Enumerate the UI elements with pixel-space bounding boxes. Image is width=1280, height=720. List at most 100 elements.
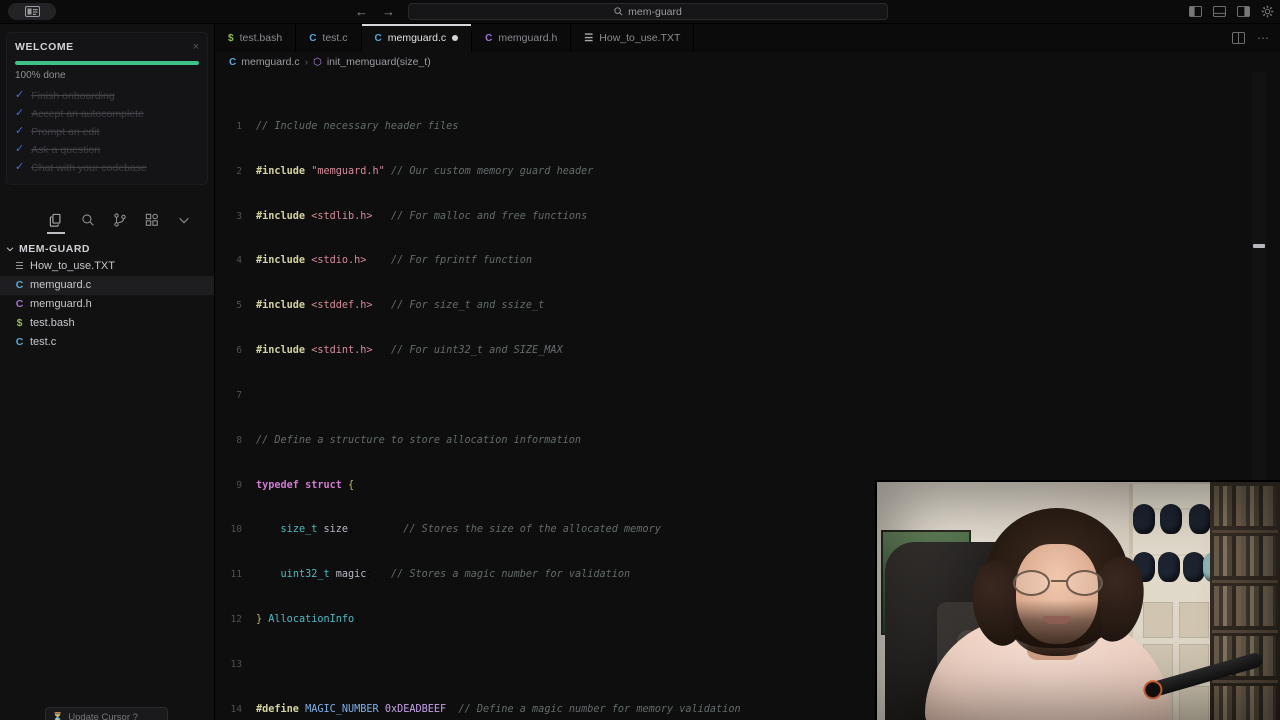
layout-sidebar-left-icon[interactable] [1189,6,1202,17]
update-chip-label: Update Cursor ? [68,711,138,720]
workbench-body: WELCOME × 100% done ✓ Finish onboarding … [0,24,1280,720]
check-icon: ✓ [15,125,25,137]
person-beard [1013,600,1101,656]
line-content: #define MAGIC_NUMBER 0xDEADBEEF // Defin… [256,703,741,715]
list-item[interactable]: ✓ Chat with your codebase [15,162,199,174]
tab-how-to-use-txt[interactable]: ☰ How_to_use.TXT [571,24,695,52]
chevron-down-icon[interactable] [177,213,191,227]
code-line: 1 // Include necessary header files [215,120,1280,135]
onboarding-progress-bar [15,61,199,65]
list-item[interactable]: ✓ Prompt an edit [15,126,199,138]
split-editor-icon[interactable] [1232,32,1245,44]
tree-file-memguard-h[interactable]: C memguard.h [0,295,214,314]
code-line: 4 #include <stdio.h> // For fprintf funct… [215,254,1280,269]
onboarding-checklist: ✓ Finish onboarding ✓ Accept an autocomp… [15,90,199,174]
primary-sidebar: WELCOME × 100% done ✓ Finish onboarding … [0,24,215,720]
line-number: 4 [236,255,242,267]
line-number: 13 [230,658,242,670]
tree-file-label: memguard.c [30,279,92,291]
check-icon: ✓ [15,161,25,173]
list-item-label: Prompt an edit [31,125,100,138]
line-content: // Include necessary header files [256,120,459,132]
line-number: 14 [230,703,242,715]
c-file-icon: C [374,32,382,44]
welcome-card-header: WELCOME × [15,41,199,53]
file-explorer-tree: MEM-GUARD ☰ How_to_use.TXT C memguard.c … [0,241,214,352]
search-icon[interactable] [81,213,95,227]
shell-file-icon: $ [228,32,234,44]
line-content: #include <stdlib.h> // For malloc and fr… [256,210,588,222]
tab-label: memguard.h [498,32,558,44]
line-number: 6 [236,345,242,357]
line-number: 12 [230,614,242,626]
tab-test-bash[interactable]: $ test.bash [215,24,297,52]
person-glasses [1011,570,1105,596]
bookshelf [1210,482,1280,720]
forward-button[interactable]: → [382,5,395,18]
extensions-icon[interactable] [145,213,159,227]
tree-file-test-c[interactable]: C test.c [0,333,214,352]
close-icon[interactable]: × [193,41,199,53]
title-bar-actions [1189,5,1274,18]
line-content: typedef struct { [256,479,355,491]
list-item[interactable]: ✓ Finish onboarding [15,90,199,102]
editor-tabs: $ test.bash C test.c C memguard.c C memg… [215,24,1280,52]
list-item[interactable]: ✓ Accept an autocomplete [15,108,199,120]
check-icon: ✓ [15,89,25,101]
search-value: mem-guard [628,5,682,18]
code-line: 7 [215,389,1280,404]
tree-file-label: How_to_use.TXT [30,260,115,272]
h-file-icon: C [15,298,24,310]
overview-ruler-marker [1253,244,1265,248]
command-search-bar[interactable]: mem-guard [408,3,888,20]
gear-icon[interactable] [1261,5,1274,18]
title-bar: ← → mem-guard [0,0,1280,24]
list-item[interactable]: ✓ Ask a question [15,144,199,156]
tree-root-folder[interactable]: MEM-GUARD [0,241,214,257]
activity-toolbar [0,205,214,235]
layout-panel-icon[interactable] [1213,6,1226,17]
tab-memguard-h[interactable]: C memguard.h [472,24,572,52]
title-bar-left [0,3,215,20]
tree-file-label: test.c [30,336,57,348]
editor-tab-actions: ⋯ [1222,24,1280,52]
tab-label: test.c [322,32,348,44]
tree-root-label: MEM-GUARD [19,242,90,255]
ellipsis-icon[interactable]: ⋯ [1257,32,1270,44]
code-line: 2 #include "memguard.h" // Our custom mem… [215,165,1280,180]
explorer-icon[interactable] [47,213,65,234]
unsaved-indicator-icon[interactable] [452,35,459,41]
function-symbol-icon: ⬡ [313,56,322,68]
tree-file-how-to-use[interactable]: ☰ How_to_use.TXT [0,257,214,276]
tab-test-c[interactable]: C test.c [296,24,362,52]
update-notification-chip[interactable]: ⏳ Update Cursor ? [45,707,168,720]
layout-sidebar-right-icon[interactable] [1237,6,1250,17]
breadcrumb-separator: › [304,56,309,68]
line-number: 3 [236,210,242,222]
list-item-label: Accept an autocomplete [31,107,144,120]
line-number: 1 [236,120,242,132]
c-file-icon: C [15,279,24,291]
list-item-label: Finish onboarding [31,89,115,102]
tree-file-test-bash[interactable]: $ test.bash [0,314,214,333]
tab-label: memguard.c [387,32,447,44]
line-content: #include <stddef.h> // For size_t and ss… [256,300,545,312]
tree-file-memguard-c[interactable]: C memguard.c [0,275,214,295]
tab-memguard-c[interactable]: C memguard.c [361,24,473,52]
check-icon: ✓ [15,107,25,119]
code-line: 3 #include <stdlib.h> // For malloc and f… [215,210,1280,225]
breadcrumb-symbol[interactable]: init_memguard(size_t) [327,56,431,68]
source-control-icon[interactable] [113,212,127,227]
line-number: 2 [236,165,242,177]
webcam-overlay [875,480,1280,720]
line-number: 7 [236,389,242,401]
breadcrumb-file[interactable]: memguard.c [241,56,299,68]
app-logo-icon[interactable] [8,3,56,20]
code-line: 5 #include <stddef.h> // For size_t and s… [215,299,1280,314]
line-content: #include <stdio.h> // For fprintf functi… [256,255,533,267]
line-content: #include "memguard.h" // Our custom memo… [256,165,594,177]
welcome-title: WELCOME [15,41,74,53]
line-content: // Define a structure to store allocatio… [256,434,582,446]
back-button[interactable]: ← [355,5,368,18]
tree-file-label: memguard.h [30,298,92,310]
